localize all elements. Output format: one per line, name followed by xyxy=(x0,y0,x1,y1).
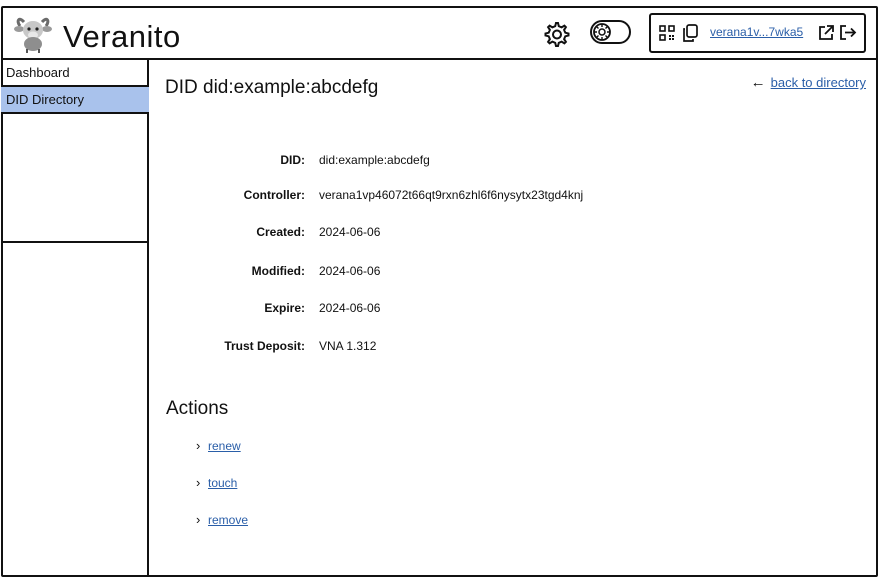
field-row-did: DID: did:example:abcdefg xyxy=(151,153,751,171)
chevron-right-icon: › xyxy=(196,475,201,490)
field-label: Modified: xyxy=(251,264,305,278)
action-link-label: renew xyxy=(208,439,241,453)
page-title: DID did:example:abcdefg xyxy=(165,77,379,98)
action-touch[interactable]: › touch xyxy=(196,475,237,490)
field-label: DID: xyxy=(280,153,305,167)
field-value: 2024-06-06 xyxy=(319,225,381,239)
field-value: verana1vp46072t66qt9rxn6zhl6f6nysytx23tg… xyxy=(319,188,584,202)
field-value: 2024-06-06 xyxy=(319,264,381,278)
sidebar-menu: Dashboard DID Directory xyxy=(1,60,149,243)
action-link-label: remove xyxy=(208,513,249,527)
back-to-directory-link[interactable]: ← back to directory xyxy=(751,74,866,91)
top-header: Veranito verana1v...7wka5 xyxy=(1,6,878,60)
qr-code-icon[interactable] xyxy=(659,25,675,41)
network-toggle-icon[interactable] xyxy=(590,20,631,44)
sidebar: Dashboard DID Directory xyxy=(1,60,149,577)
arrow-left-icon: ← xyxy=(750,74,766,91)
sidebar-item-did-directory[interactable]: DID Directory xyxy=(1,87,149,114)
field-row-created: Created: 2024-06-06 xyxy=(151,225,751,243)
main-content: DID did:example:abcdefg ← back to directo… xyxy=(151,60,878,577)
goat-mascot-icon xyxy=(14,17,52,53)
field-label: Trust Deposit: xyxy=(224,339,305,353)
sidebar-item-label: Dashboard xyxy=(6,65,70,80)
field-value: VNA 1.312 xyxy=(319,339,377,353)
sidebar-item-dashboard[interactable]: Dashboard xyxy=(1,60,149,87)
field-label: Created: xyxy=(256,225,305,239)
field-row-modified: Modified: 2024-06-06 xyxy=(151,264,751,282)
logout-icon[interactable] xyxy=(839,24,857,41)
external-link-icon[interactable] xyxy=(818,24,835,41)
actions-heading: Actions xyxy=(166,398,229,419)
app-title: Veranito xyxy=(63,19,181,54)
account-address-link[interactable]: verana1v...7wka5 xyxy=(710,25,803,39)
copy-icon[interactable] xyxy=(682,24,699,42)
chevron-right-icon: › xyxy=(196,512,201,527)
action-renew[interactable]: › renew xyxy=(196,438,241,453)
field-value: 2024-06-06 xyxy=(319,301,381,315)
field-label: Expire: xyxy=(264,301,305,315)
field-row-trust-deposit: Trust Deposit: VNA 1.312 xyxy=(151,339,751,357)
field-row-expire: Expire: 2024-06-06 xyxy=(151,301,751,319)
field-row-controller: Controller: verana1vp46072t66qt9rxn6zhl6… xyxy=(151,188,751,206)
field-value: did:example:abcdefg xyxy=(319,153,430,167)
gear-icon[interactable] xyxy=(542,20,570,48)
field-label: Controller: xyxy=(243,188,305,202)
chevron-right-icon: › xyxy=(196,438,201,453)
sidebar-item-label: DID Directory xyxy=(6,92,85,107)
action-link-label: touch xyxy=(208,476,238,490)
account-box: verana1v...7wka5 xyxy=(649,13,866,53)
action-remove[interactable]: › remove xyxy=(196,512,248,527)
back-link-label: back to directory xyxy=(770,75,866,90)
